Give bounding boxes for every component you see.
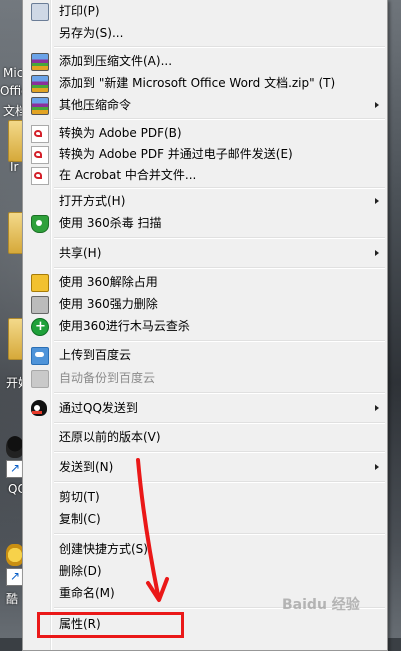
printer-icon bbox=[31, 3, 49, 21]
submenu-arrow-icon bbox=[375, 102, 379, 108]
context-menu: 打印(P) 另存为(S)... 添加到压缩文件(A)... 添加到 "新建 Mi… bbox=[22, 0, 388, 651]
qq-penguin-icon bbox=[31, 400, 47, 416]
cloud-upload-icon bbox=[31, 347, 49, 365]
menu-item-convert-pdf[interactable]: 转换为 Adobe PDF(B) bbox=[25, 122, 385, 144]
menu-item-save-as[interactable]: 另存为(S)... bbox=[25, 22, 385, 44]
menu-separator bbox=[54, 481, 385, 483]
desktop-icon-label-mic: Mic bbox=[3, 66, 24, 80]
menu-separator bbox=[54, 237, 385, 239]
menu-separator bbox=[54, 118, 385, 120]
menu-item-copy[interactable]: 复制(C) bbox=[25, 508, 385, 530]
menu-item-upload-baidu[interactable]: 上传到百度云 bbox=[25, 344, 385, 366]
cloud-backup-icon bbox=[31, 370, 49, 388]
menu-item-cut[interactable]: 剪切(T) bbox=[25, 486, 385, 508]
menu-separator bbox=[54, 340, 385, 342]
annotation-arrow-icon bbox=[136, 458, 169, 602]
desktop-icon-label-ku: 酷 bbox=[6, 592, 19, 606]
menu-item-360-scan[interactable]: 使用 360杀毒 扫描 bbox=[25, 212, 385, 234]
menu-separator bbox=[54, 422, 385, 424]
archive-icon bbox=[31, 53, 49, 71]
menu-item-create-shortcut[interactable]: 创建快捷方式(S) bbox=[25, 538, 385, 560]
submenu-arrow-icon bbox=[375, 405, 379, 411]
submenu-arrow-icon bbox=[375, 250, 379, 256]
menu-item-auto-backup-baidu: 自动备份到百度云 bbox=[25, 367, 385, 389]
menu-separator bbox=[54, 533, 385, 535]
menu-item-open-with[interactable]: 打开方式(H) bbox=[25, 190, 385, 212]
menu-item-send-to[interactable]: 发送到(N) bbox=[25, 456, 385, 478]
menu-item-add-to-archive[interactable]: 添加到压缩文件(A)... bbox=[25, 50, 385, 72]
menu-item-360-trojan-scan[interactable]: 使用360进行木马云查杀 bbox=[25, 315, 385, 338]
menu-item-360-force-delete[interactable]: 使用 360强力删除 bbox=[25, 293, 385, 315]
menu-item-convert-pdf-email[interactable]: 转换为 Adobe PDF 并通过电子邮件发送(E) bbox=[25, 143, 385, 165]
menu-separator bbox=[54, 267, 385, 269]
shield-icon bbox=[31, 215, 49, 233]
menu-separator bbox=[54, 451, 385, 453]
submenu-arrow-icon bbox=[375, 198, 379, 204]
menu-item-other-compress[interactable]: 其他压缩命令 bbox=[25, 94, 385, 116]
menu-item-send-via-qq[interactable]: 通过QQ发送到 bbox=[25, 397, 385, 419]
menu-item-acrobat-merge[interactable]: 在 Acrobat 中合并文件... bbox=[25, 164, 385, 186]
properties-highlight-box bbox=[37, 612, 184, 638]
archive-icon bbox=[31, 75, 49, 93]
desktop-icon-label-ir: Ir bbox=[10, 160, 19, 174]
menu-item-restore-versions[interactable]: 还原以前的版本(V) bbox=[25, 426, 385, 448]
unlock-icon bbox=[31, 274, 49, 292]
menu-separator bbox=[54, 392, 385, 394]
menu-item-360-unlock[interactable]: 使用 360解除占用 bbox=[25, 271, 385, 293]
trojan-scan-icon bbox=[31, 316, 49, 338]
pdf-merge-icon bbox=[31, 167, 49, 185]
pdf-icon bbox=[31, 125, 49, 143]
menu-item-delete[interactable]: 删除(D) bbox=[25, 560, 385, 582]
archive-icon bbox=[31, 97, 49, 115]
menu-separator bbox=[54, 187, 385, 189]
submenu-arrow-icon bbox=[375, 464, 379, 470]
menu-separator bbox=[54, 46, 385, 48]
menu-item-print[interactable]: 打印(P) bbox=[25, 0, 385, 22]
baidu-watermark: Baidu 经验 bbox=[282, 597, 360, 613]
shredder-icon bbox=[31, 296, 49, 314]
pdf-email-icon bbox=[31, 146, 49, 164]
menu-item-share[interactable]: 共享(H) bbox=[25, 242, 385, 264]
menu-item-add-to-zip[interactable]: 添加到 "新建 Microsoft Office Word 文档.zip" (T… bbox=[25, 72, 385, 94]
